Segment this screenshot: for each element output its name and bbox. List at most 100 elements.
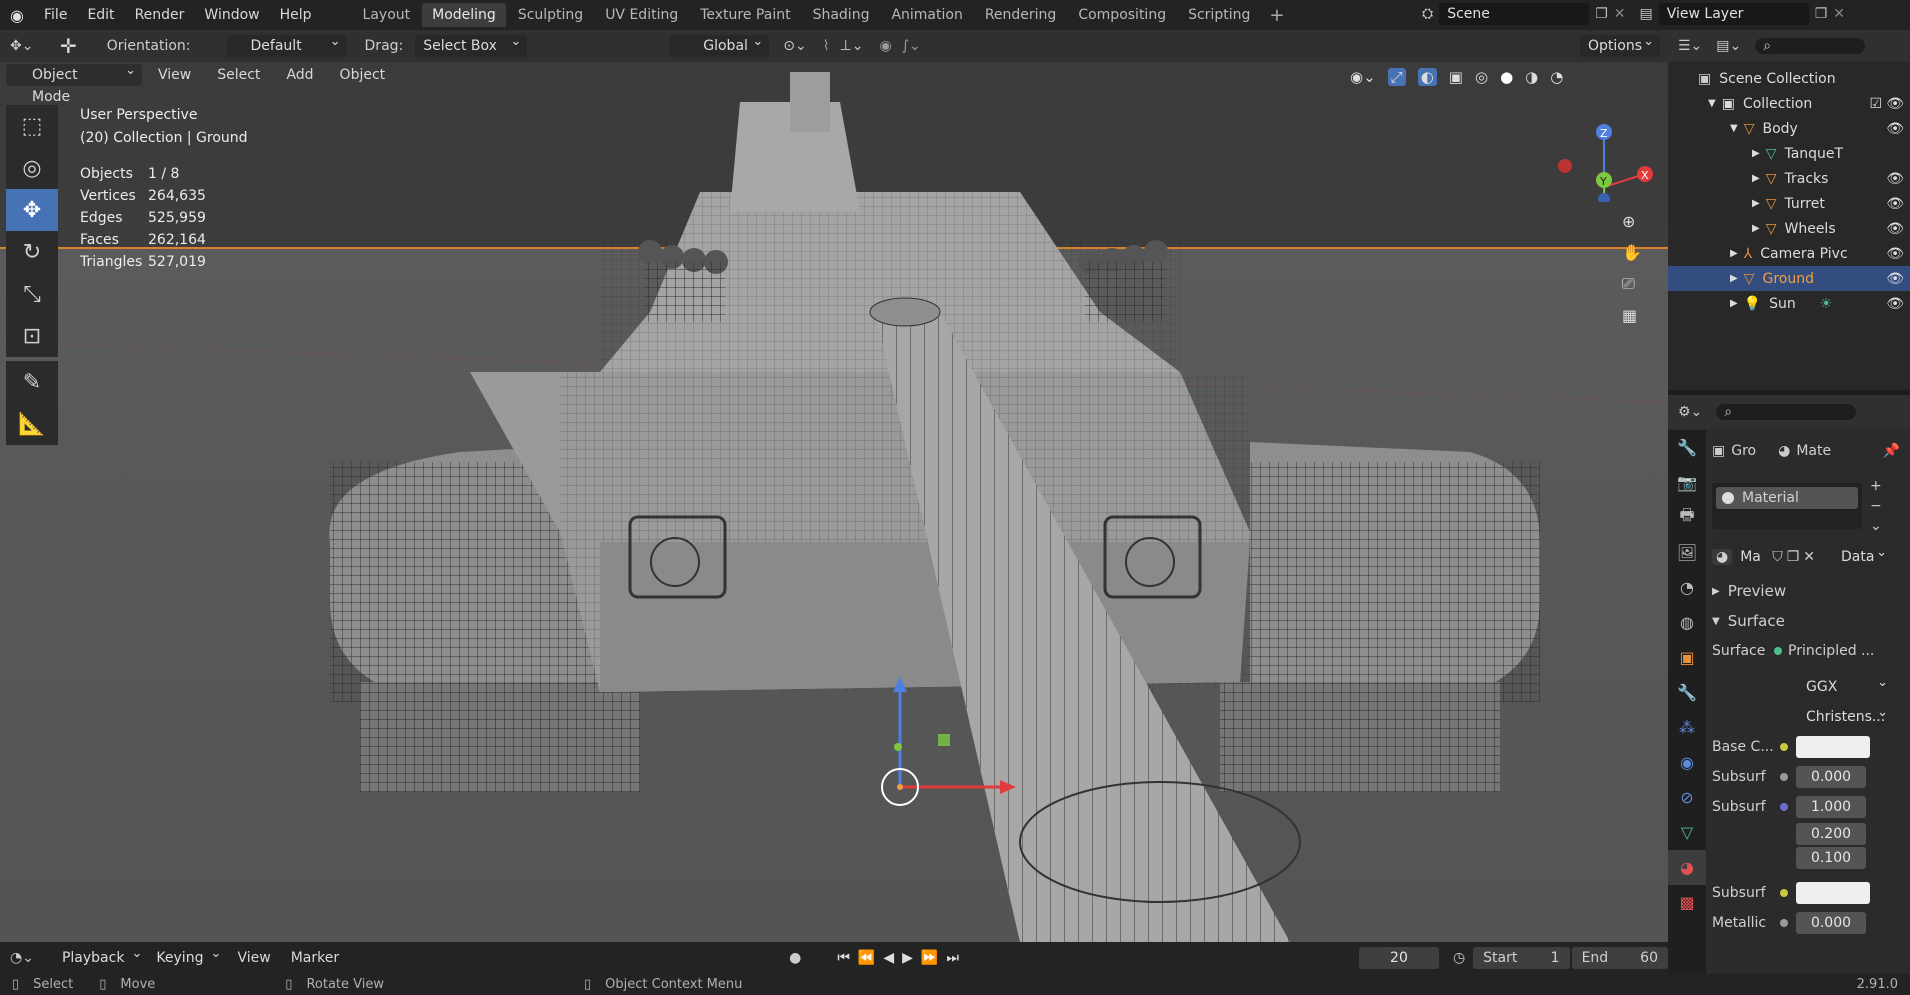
unlink-material-icon[interactable]: ✕ (1803, 549, 1815, 565)
record-icon[interactable]: ● (789, 950, 801, 966)
playback-dropdown[interactable]: Playback (54, 943, 148, 969)
subsurface-radius-y[interactable]: 0.200 (1796, 823, 1866, 845)
outliner-item-camera-pivot[interactable]: ▶ ⅄ Camera Pivc 👁 (1668, 241, 1910, 266)
surface-panel-header[interactable]: ▼ Surface (1712, 606, 1910, 636)
jump-end-icon[interactable]: ⏭ (946, 950, 959, 966)
timeline-view-menu[interactable]: View (227, 950, 280, 966)
output-tab-icon[interactable]: 🖶 (1668, 500, 1706, 535)
transform-orientation-dropdown[interactable]: Global (669, 31, 770, 57)
material-slot[interactable]: Material (1716, 487, 1858, 509)
outliner-item-wheels[interactable]: ▶ ▽ Wheels 👁 (1668, 216, 1910, 241)
modifier-tab-icon[interactable]: 🔧 (1668, 675, 1706, 710)
view-layer-icon[interactable]: ▤ (1640, 6, 1653, 22)
eye-icon[interactable]: 👁 (1886, 121, 1904, 137)
rotate-tool-icon[interactable]: ↻ (6, 231, 58, 273)
cursor-tool-icon[interactable]: ◎ (6, 147, 58, 189)
end-frame-field[interactable]: End 60 (1571, 947, 1668, 969)
move-tool-button[interactable]: ✥ (6, 189, 58, 231)
new-view-layer-icon[interactable]: ❐ (1815, 6, 1828, 22)
select-box-tool-icon[interactable]: ⬚ (6, 105, 58, 147)
tab-layout[interactable]: Layout (353, 3, 421, 27)
outliner-item-turret[interactable]: ▶ ▽ Turret 👁 (1668, 191, 1910, 216)
subsurface-method-dropdown[interactable]: Christens... (1798, 702, 1894, 728)
texture-tab-icon[interactable]: ▩ (1668, 885, 1706, 920)
navigation-gizmo[interactable]: Z X Y (1545, 102, 1655, 202)
timeline-marker-menu[interactable]: Marker (281, 950, 349, 966)
distribution-dropdown[interactable]: GGX (1798, 672, 1894, 698)
eye-icon[interactable]: 👁 (1886, 96, 1904, 112)
browse-material-icon[interactable]: ◕ (1712, 549, 1733, 565)
next-key-icon[interactable]: ⏩ (921, 950, 938, 966)
material-slot-list[interactable]: Material (1712, 483, 1862, 529)
remove-slot-icon[interactable]: − (1870, 498, 1882, 514)
pan-hand-icon[interactable]: ✋ (1622, 243, 1642, 262)
delete-scene-icon[interactable]: ✕ (1614, 6, 1626, 22)
metallic-field[interactable]: 0.000 (1796, 912, 1866, 934)
menu-add[interactable]: Add (276, 67, 323, 83)
world-tab-icon[interactable]: ◍ (1668, 605, 1706, 640)
outliner-item-ground[interactable]: ▶ ▽ Ground 👁 (1668, 266, 1910, 291)
surface-shader-field[interactable]: Principled ... (1788, 643, 1874, 659)
tab-sculpting[interactable]: Sculpting (508, 3, 593, 27)
tab-scripting[interactable]: Scripting (1178, 3, 1260, 27)
wireframe-shading-icon[interactable]: ◎ (1475, 68, 1488, 86)
pin-icon[interactable]: 📌 (1883, 443, 1900, 459)
prev-key-icon[interactable]: ⏪ (858, 950, 875, 966)
menu-render[interactable]: Render (125, 7, 195, 23)
object-tab-icon[interactable]: ▣ (1668, 640, 1706, 675)
scene-tab-icon[interactable]: ◔ (1668, 570, 1706, 605)
tab-uv-editing[interactable]: UV Editing (595, 3, 688, 27)
visibility-icon[interactable]: ◉⌄ (1350, 68, 1376, 86)
subsurface-color-swatch[interactable] (1796, 882, 1870, 904)
annotate-tool-icon[interactable]: ✎ (6, 361, 58, 403)
gizmo-toggle-icon[interactable]: ⤢ (1387, 68, 1406, 86)
add-slot-icon[interactable]: + (1870, 478, 1882, 494)
eye-icon[interactable]: 👁 (1886, 246, 1904, 262)
outliner-item-tanquet[interactable]: ▶ ▽ TanqueT (1668, 141, 1910, 166)
drag-dropdown[interactable]: Select Box (415, 31, 528, 57)
pivot-point-icon[interactable]: ⊙⌄ (783, 38, 806, 54)
blender-logo-icon[interactable]: ◉ (0, 6, 34, 25)
view-layer-tab-icon[interactable]: 🖼 (1668, 535, 1706, 570)
outliner-editor-icon[interactable]: ☰⌄ (1678, 38, 1702, 54)
material-tab-icon[interactable]: ◕ (1668, 850, 1706, 885)
delete-view-layer-icon[interactable]: ✕ (1833, 6, 1845, 22)
menu-object[interactable]: Object (330, 67, 396, 83)
keying-dropdown[interactable]: Keying (148, 943, 227, 969)
tab-texture-paint[interactable]: Texture Paint (690, 3, 800, 27)
menu-help[interactable]: Help (270, 7, 322, 23)
eye-icon[interactable]: 👁 (1886, 271, 1904, 287)
tab-rendering[interactable]: Rendering (975, 3, 1067, 27)
menu-window[interactable]: Window (194, 7, 269, 23)
overlay-toggle-icon[interactable]: ◐ (1417, 68, 1437, 86)
transform-tool-icon[interactable]: ⊡ (6, 315, 58, 357)
scale-tool-icon[interactable]: ⤡ (6, 273, 58, 315)
xray-icon[interactable]: ▣ (1449, 68, 1463, 86)
base-color-swatch[interactable] (1796, 736, 1870, 758)
view-layer-field[interactable]: View Layer (1658, 3, 1809, 25)
eye-icon[interactable]: 👁 (1886, 196, 1904, 212)
timeline-editor-icon[interactable]: ◔⌄ (10, 950, 34, 966)
menu-file[interactable]: File (34, 7, 77, 23)
options-dropdown[interactable]: Options (1580, 31, 1660, 57)
link-dropdown[interactable]: Data (1833, 542, 1894, 568)
3d-viewport[interactable]: Object Mode View Select Add Object ◉⌄ ⤢ … (0, 62, 1668, 942)
eye-icon[interactable]: 👁 (1886, 296, 1904, 312)
add-workspace-icon[interactable]: + (1261, 5, 1292, 26)
scene-collection-row[interactable]: ▣ Scene Collection (1668, 66, 1910, 91)
preview-panel-header[interactable]: ▶ Preview (1712, 576, 1910, 606)
duplicate-material-icon[interactable]: ❐ (1787, 549, 1800, 565)
camera-view-icon[interactable]: ⎚ (1622, 274, 1642, 294)
menu-select[interactable]: Select (207, 67, 270, 83)
editor-type-icon[interactable]: ✥⌄ (10, 38, 46, 54)
slot-menu-icon[interactable]: ⌄ (1870, 518, 1882, 534)
outliner-item-collection[interactable]: ▼ ▣ Collection ☑ 👁 (1668, 91, 1910, 116)
orientation-dropdown[interactable]: Default (226, 31, 347, 57)
rendered-shading-icon[interactable]: ◔ (1550, 68, 1563, 86)
subsurface-radius-z[interactable]: 0.100 (1796, 847, 1866, 869)
data-tab-icon[interactable]: ▽ (1668, 815, 1706, 850)
falloff-icon[interactable]: ∫⌄ (902, 38, 921, 54)
tab-shading[interactable]: Shading (803, 3, 880, 27)
start-frame-field[interactable]: Start 1 (1473, 947, 1570, 969)
physics-tab-icon[interactable]: ◉ (1668, 745, 1706, 780)
